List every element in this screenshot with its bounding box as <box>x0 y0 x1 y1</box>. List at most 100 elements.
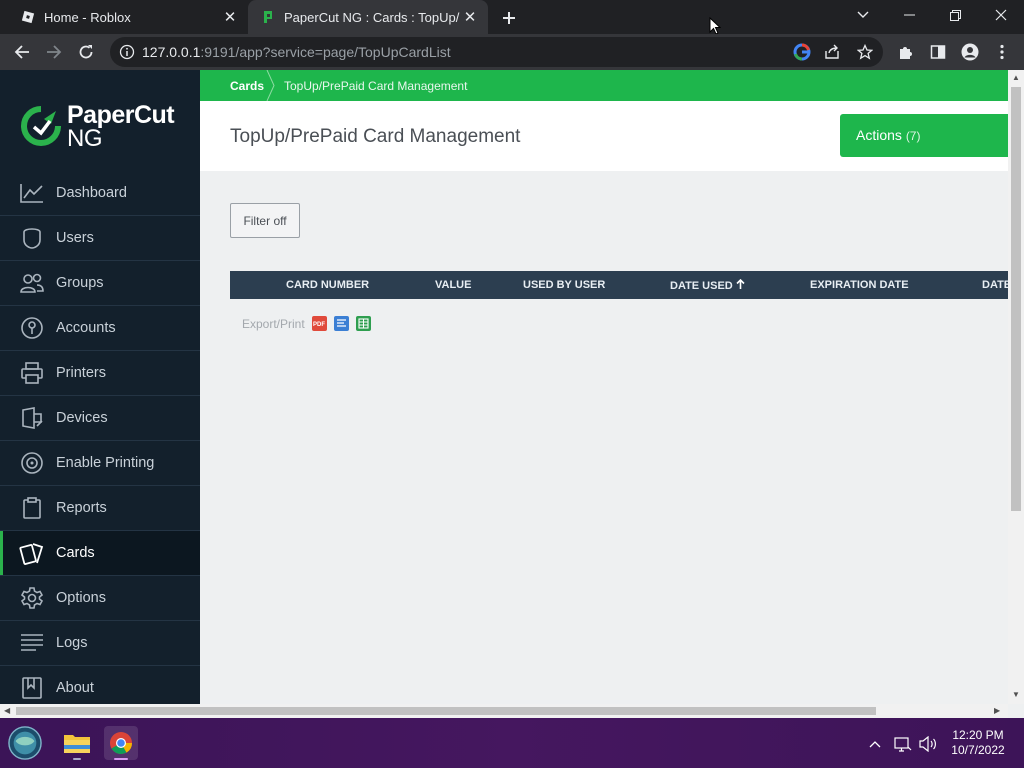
address-bar[interactable]: 127.0.0.1:9191/app?service=page/TopUpCar… <box>110 37 883 67</box>
page-viewport: PaperCut NG Dashboard Users Groups Accou… <box>0 70 1024 718</box>
sidebar-item-label: About <box>56 680 94 696</box>
clipboard-icon <box>19 495 45 521</box>
close-tab-icon[interactable]: ✕ <box>220 7 240 27</box>
vertical-scroll-thumb[interactable] <box>1011 87 1021 511</box>
column-expiration-date[interactable]: EXPIRATION DATE <box>810 279 909 291</box>
vertical-scrollbar[interactable]: ▲ ▼ <box>1008 70 1024 704</box>
url-path: :9191/app?service=page/TopUpCardList <box>200 44 451 60</box>
sidebar-item-devices[interactable]: Devices <box>0 396 200 441</box>
scroll-down-arrow-icon[interactable]: ▼ <box>1012 690 1020 699</box>
tab-papercut[interactable]: PaperCut NG : Cards : TopUp/Pre ✕ <box>248 0 488 34</box>
sort-ascending-icon <box>736 278 745 289</box>
breadcrumb-cards-link[interactable]: Cards <box>230 79 264 93</box>
sidebar-item-label: Dashboard <box>56 185 127 201</box>
scroll-left-arrow-icon[interactable]: ◀ <box>4 706 10 715</box>
close-tab-icon[interactable]: ✕ <box>460 7 480 27</box>
page-title: TopUp/PrePaid Card Management <box>230 126 521 147</box>
restore-button[interactable] <box>932 0 978 30</box>
sidebar-item-label: Cards <box>56 545 95 561</box>
sidebar-item-cards[interactable]: Cards <box>0 531 200 576</box>
new-tab-button[interactable] <box>498 7 520 29</box>
html-export-icon[interactable] <box>333 316 349 331</box>
close-window-button[interactable] <box>978 0 1024 30</box>
group-icon <box>19 270 45 296</box>
bookmark-icon <box>19 675 45 701</box>
menu-kebab-icon[interactable] <box>990 40 1014 64</box>
url-text: 127.0.0.1:9191/app?service=page/TopUpCar… <box>142 44 451 60</box>
reload-button[interactable] <box>74 40 98 64</box>
csv-export-icon[interactable] <box>355 316 371 331</box>
sidebar-item-label: Groups <box>56 275 104 291</box>
sidebar-item-printers[interactable]: Printers <box>0 351 200 396</box>
tab-title: Home - Roblox <box>44 9 131 25</box>
network-icon[interactable] <box>894 735 912 753</box>
sidebar-item-label: Devices <box>56 410 108 426</box>
filter-toggle-button[interactable]: Filter off <box>230 203 300 238</box>
forward-button[interactable] <box>42 40 66 64</box>
actions-button[interactable]: Actions (7) <box>840 114 1008 157</box>
cards-icon <box>19 540 45 566</box>
sidebar-item-label: Users <box>56 230 94 246</box>
sidebar-item-label: Options <box>56 590 106 606</box>
google-lens-icon[interactable] <box>793 43 811 66</box>
breadcrumb-current: TopUp/PrePaid Card Management <box>284 79 468 93</box>
column-used-by-user[interactable]: USED BY USER <box>523 279 605 291</box>
horizontal-scroll-thumb[interactable] <box>16 707 876 715</box>
profile-icon[interactable] <box>958 40 982 64</box>
sidebar-item-users[interactable]: Users <box>0 216 200 261</box>
sidebar-item-reports[interactable]: Reports <box>0 486 200 531</box>
logo-sub: NG <box>67 125 103 152</box>
chrome-taskbar-icon[interactable] <box>104 726 138 760</box>
sidebar-item-dashboard[interactable]: Dashboard <box>0 171 200 216</box>
column-value[interactable]: VALUE <box>435 279 471 291</box>
sidebar-item-enable-printing[interactable]: Enable Printing <box>0 441 200 486</box>
breadcrumb: Cards TopUp/PrePaid Card Management <box>200 70 1008 101</box>
table-header: CARD NUMBER VALUE USED BY USER DATE USED… <box>230 271 1008 299</box>
extensions-icon[interactable] <box>894 40 918 64</box>
running-indicator <box>73 758 81 760</box>
page-header: TopUp/PrePaid Card Management Actions (7… <box>200 101 1008 171</box>
scroll-up-arrow-icon[interactable]: ▲ <box>1012 73 1020 82</box>
column-date[interactable]: DATE <box>982 279 1008 291</box>
user-icon <box>19 225 45 251</box>
sidebar-item-groups[interactable]: Groups <box>0 261 200 306</box>
tray-overflow-chevron-icon[interactable] <box>866 735 884 753</box>
actions-label: Actions <box>856 127 902 143</box>
browser-toolbar: 127.0.0.1:9191/app?service=page/TopUpCar… <box>0 34 1024 70</box>
bookmark-star-icon[interactable] <box>856 43 874 65</box>
sidebar-item-label: Logs <box>56 635 88 651</box>
papercut-logo-icon <box>21 106 61 146</box>
sidebar-item-label: Reports <box>56 500 107 516</box>
column-date-used[interactable]: DATE USED <box>670 278 745 292</box>
horizontal-scrollbar[interactable]: ◀ ▶ <box>0 704 1008 718</box>
sidebar-item-label: Printers <box>56 365 106 381</box>
start-button[interactable] <box>8 726 42 760</box>
minimize-button[interactable] <box>886 0 932 30</box>
taskbar-clock[interactable]: 12:20 PM 10/7/2022 <box>944 728 1012 758</box>
share-icon[interactable] <box>824 44 840 65</box>
tab-roblox[interactable]: Home - Roblox ✕ <box>8 0 248 34</box>
tab-title: PaperCut NG : Cards : TopUp/Pre <box>284 9 460 25</box>
volume-icon[interactable] <box>919 735 937 753</box>
site-info-icon[interactable] <box>119 44 135 65</box>
svg-text:PDF: PDF <box>313 322 325 327</box>
pdf-export-icon[interactable]: PDF <box>311 316 327 331</box>
gear-icon <box>19 585 45 611</box>
sidebar-item-logs[interactable]: Logs <box>0 621 200 666</box>
back-button[interactable] <box>10 40 34 64</box>
export-print-bar: Export/Print PDF <box>242 316 371 331</box>
tab-search-icon[interactable] <box>840 0 886 30</box>
sidebar-item-accounts[interactable]: Accounts <box>0 306 200 351</box>
printer-icon <box>19 360 45 386</box>
roblox-favicon-icon <box>20 9 36 25</box>
column-card-number[interactable]: CARD NUMBER <box>286 279 369 291</box>
papercut-favicon-icon <box>260 9 276 25</box>
device-icon <box>19 405 45 431</box>
sidebar-item-about[interactable]: About <box>0 666 200 704</box>
side-panel-icon[interactable] <box>926 40 950 64</box>
sidebar-item-options[interactable]: Options <box>0 576 200 621</box>
scroll-right-arrow-icon[interactable]: ▶ <box>994 706 1000 715</box>
file-explorer-icon[interactable] <box>60 726 94 760</box>
sidebar-item-label: Accounts <box>56 320 116 336</box>
column-label: DATE USED <box>670 280 733 292</box>
